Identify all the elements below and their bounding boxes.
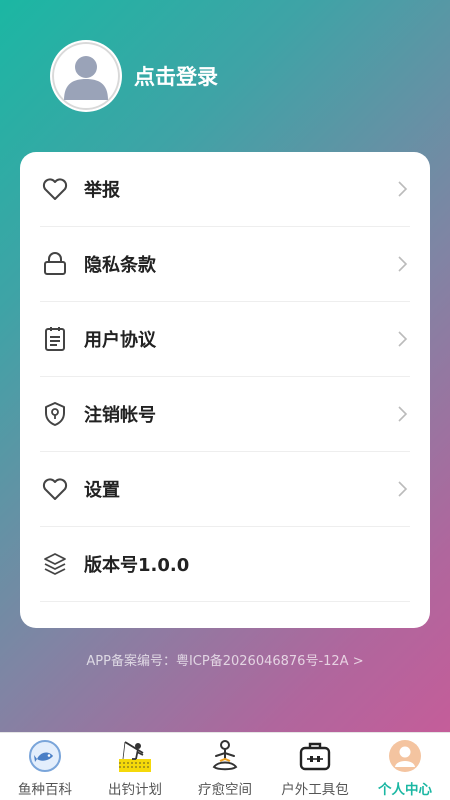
menu-item-report[interactable]: 举报 [40, 152, 410, 227]
lock-icon [40, 249, 70, 279]
menu-item-label: 用户协议 [84, 330, 156, 351]
menu-item-label: 举报 [84, 180, 120, 201]
tab-label: 出钓计划 [108, 782, 162, 798]
menu-item-settings[interactable]: 设置 [40, 452, 410, 527]
menu-item-version: 版本号1.0.0 [40, 527, 410, 602]
menu-item-delete-account[interactable]: 注销帐号 [40, 377, 410, 452]
tab-healing-space[interactable]: 疗愈空间 [180, 733, 270, 800]
heart-icon [40, 174, 70, 204]
layers-icon [40, 549, 70, 579]
menu-item-label: 隐私条款 [84, 255, 156, 276]
tab-fishing-plan[interactable]: 出钓计划 [90, 733, 180, 800]
tab-label: 鱼种百科 [18, 782, 72, 798]
chevron-right-icon [398, 331, 408, 347]
menu-card: 举报 隐私条款 用户协议 注销帐号 设置 版本号1.0.0 [20, 152, 430, 628]
user-icon [64, 56, 108, 100]
fishing-icon [117, 738, 153, 774]
chevron-right-icon [398, 481, 408, 497]
bottom-tab-bar: 鱼种百科 出钓计划 疗愈空间 户外工具包 个人中心 [0, 732, 450, 800]
tab-fish-encyclopedia[interactable]: 鱼种百科 [0, 733, 90, 800]
tab-personal-center[interactable]: 个人中心 [360, 733, 450, 800]
tab-label: 个人中心 [378, 782, 432, 798]
chevron-right-icon [398, 256, 408, 272]
clipboard-icon [40, 324, 70, 354]
fish-icon [27, 738, 63, 774]
meditation-icon [207, 738, 243, 774]
login-label[interactable]: 点击登录 [134, 61, 218, 91]
avatar[interactable] [50, 40, 122, 112]
chevron-right-icon [398, 406, 408, 422]
menu-item-label: 设置 [84, 480, 120, 501]
menu-item-user-agreement[interactable]: 用户协议 [40, 302, 410, 377]
heart-icon [40, 474, 70, 504]
profile-icon [387, 738, 423, 774]
chevron-right-icon [398, 181, 408, 197]
menu-item-privacy[interactable]: 隐私条款 [40, 227, 410, 302]
toolbox-icon [297, 738, 333, 774]
menu-item-label: 注销帐号 [84, 405, 156, 426]
tab-label: 疗愈空间 [198, 782, 252, 798]
tab-outdoor-toolkit[interactable]: 户外工具包 [270, 733, 360, 800]
icp-record-link[interactable]: APP备案编号：粤ICP备2026046876号-12A > [0, 650, 450, 669]
tab-label: 户外工具包 [281, 782, 349, 798]
profile-header[interactable]: 点击登录 [50, 40, 218, 112]
shield-icon [40, 399, 70, 429]
version-label: 版本号1.0.0 [84, 555, 190, 576]
